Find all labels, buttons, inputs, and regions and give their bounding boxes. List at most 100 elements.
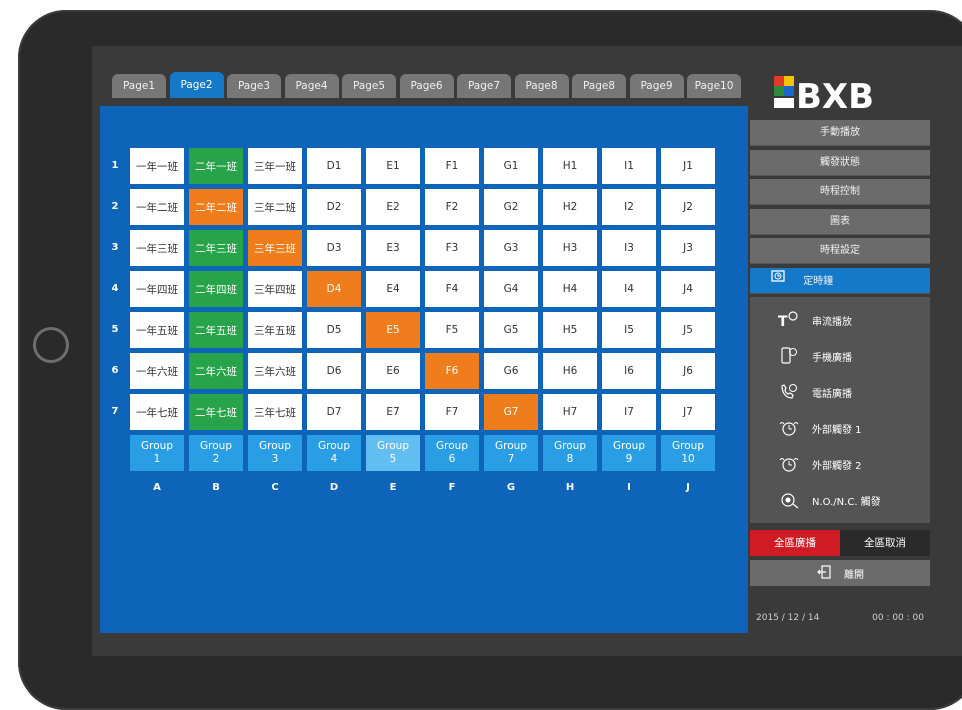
- menu-item-2[interactable]: 觸發狀態: [750, 149, 930, 176]
- zone-cell[interactable]: F1: [425, 148, 479, 184]
- zone-cell[interactable]: H7: [543, 394, 597, 430]
- sub-item-2[interactable]: 手機廣播: [750, 341, 930, 371]
- zone-cell[interactable]: 二年四班: [189, 271, 243, 307]
- zone-cell[interactable]: E5: [366, 312, 420, 348]
- zone-cell[interactable]: E1: [366, 148, 420, 184]
- zone-cell[interactable]: 二年七班: [189, 394, 243, 430]
- zone-cell[interactable]: H4: [543, 271, 597, 307]
- all-broadcast-button[interactable]: 全區廣播: [750, 530, 840, 556]
- zone-cell[interactable]: G2: [484, 189, 538, 225]
- tab-10[interactable]: Page9: [629, 74, 684, 98]
- zone-cell[interactable]: I4: [602, 271, 656, 307]
- zone-cell[interactable]: 二年二班: [189, 189, 243, 225]
- zone-cell[interactable]: 一年六班: [130, 353, 184, 389]
- zone-cell[interactable]: J3: [661, 230, 715, 266]
- tab-4[interactable]: Page4: [284, 74, 339, 98]
- zone-cell[interactable]: E3: [366, 230, 420, 266]
- zone-cell[interactable]: 一年一班: [130, 148, 184, 184]
- zone-cell[interactable]: 一年五班: [130, 312, 184, 348]
- tab-7[interactable]: Page7: [457, 74, 511, 98]
- zone-cell[interactable]: I1: [602, 148, 656, 184]
- tab-6[interactable]: Page6: [399, 74, 454, 98]
- zone-cell[interactable]: J1: [661, 148, 715, 184]
- all-cancel-button[interactable]: 全區取消: [840, 530, 930, 556]
- zone-cell[interactable]: G1: [484, 148, 538, 184]
- zone-cell[interactable]: J5: [661, 312, 715, 348]
- zone-cell[interactable]: H1: [543, 148, 597, 184]
- menu-item-4[interactable]: 圖表: [750, 208, 930, 235]
- sub-item-5[interactable]: 外部觸發 2: [750, 449, 930, 479]
- home-button[interactable]: [33, 327, 69, 363]
- zone-cell[interactable]: I6: [602, 353, 656, 389]
- zone-cell[interactable]: E6: [366, 353, 420, 389]
- sub-item-4[interactable]: 外部觸發 1: [750, 413, 930, 443]
- zone-cell[interactable]: F4: [425, 271, 479, 307]
- zone-cell[interactable]: F6: [425, 353, 479, 389]
- zone-cell[interactable]: H2: [543, 189, 597, 225]
- tab-3[interactable]: Page3: [227, 74, 281, 98]
- zone-cell[interactable]: 一年四班: [130, 271, 184, 307]
- zone-cell[interactable]: H6: [543, 353, 597, 389]
- tab-11[interactable]: Page10: [687, 74, 741, 98]
- sub-item-1[interactable]: T 串流播放: [750, 305, 930, 335]
- zone-cell[interactable]: 一年七班: [130, 394, 184, 430]
- zone-cell[interactable]: 三年四班: [248, 271, 302, 307]
- menu-item-3[interactable]: 時程控制: [750, 179, 930, 205]
- zone-cell[interactable]: F7: [425, 394, 479, 430]
- tab-1[interactable]: Page1: [112, 74, 166, 98]
- menu-item-timer[interactable]: 定時鐘: [750, 268, 930, 294]
- zone-cell[interactable]: 三年一班: [248, 148, 302, 184]
- zone-cell[interactable]: H3: [543, 230, 597, 266]
- group-button-1[interactable]: Group 1: [130, 435, 184, 471]
- zone-cell[interactable]: 二年三班: [189, 230, 243, 266]
- zone-cell[interactable]: 三年五班: [248, 312, 302, 348]
- zone-cell[interactable]: I3: [602, 230, 656, 266]
- zone-cell[interactable]: F5: [425, 312, 479, 348]
- zone-cell[interactable]: I7: [602, 394, 656, 430]
- zone-cell[interactable]: 一年三班: [130, 230, 184, 266]
- group-button-6[interactable]: Group 6: [425, 435, 479, 471]
- group-button-8[interactable]: Group 8: [543, 435, 597, 471]
- zone-cell[interactable]: 三年二班: [248, 189, 302, 225]
- zone-cell[interactable]: 二年一班: [189, 148, 243, 184]
- zone-cell[interactable]: 二年六班: [189, 353, 243, 389]
- zone-cell[interactable]: E7: [366, 394, 420, 430]
- zone-cell[interactable]: D7: [307, 394, 361, 430]
- zone-cell[interactable]: I5: [602, 312, 656, 348]
- zone-cell[interactable]: G5: [484, 312, 538, 348]
- group-button-10[interactable]: Group 10: [661, 435, 715, 471]
- zone-cell[interactable]: D5: [307, 312, 361, 348]
- group-button-9[interactable]: Group 9: [602, 435, 656, 471]
- menu-item-1[interactable]: 手動播放: [750, 120, 930, 146]
- zone-cell[interactable]: J6: [661, 353, 715, 389]
- zone-cell[interactable]: D6: [307, 353, 361, 389]
- tab-8[interactable]: Page8: [514, 74, 569, 98]
- tab-2[interactable]: Page2: [169, 72, 224, 98]
- sub-item-3[interactable]: 電話廣播: [750, 377, 930, 407]
- zone-cell[interactable]: 二年五班: [189, 312, 243, 348]
- zone-cell[interactable]: F2: [425, 189, 479, 225]
- zone-cell[interactable]: G4: [484, 271, 538, 307]
- zone-cell[interactable]: F3: [425, 230, 479, 266]
- group-button-4[interactable]: Group 4: [307, 435, 361, 471]
- group-button-7[interactable]: Group 7: [484, 435, 538, 471]
- zone-cell[interactable]: J4: [661, 271, 715, 307]
- zone-cell[interactable]: 三年三班: [248, 230, 302, 266]
- zone-cell[interactable]: 三年七班: [248, 394, 302, 430]
- zone-cell[interactable]: E2: [366, 189, 420, 225]
- group-button-2[interactable]: Group 2: [189, 435, 243, 471]
- zone-cell[interactable]: J2: [661, 189, 715, 225]
- zone-cell[interactable]: E4: [366, 271, 420, 307]
- group-button-5[interactable]: Group 5: [366, 435, 420, 471]
- sub-item-6[interactable]: N.O./N.C. 觸發: [750, 485, 930, 515]
- zone-cell[interactable]: G3: [484, 230, 538, 266]
- zone-cell[interactable]: 三年六班: [248, 353, 302, 389]
- tab-5[interactable]: Page5: [342, 74, 396, 98]
- zone-cell[interactable]: D1: [307, 148, 361, 184]
- zone-cell[interactable]: G7: [484, 394, 538, 430]
- zone-cell[interactable]: D3: [307, 230, 361, 266]
- zone-cell[interactable]: G6: [484, 353, 538, 389]
- zone-cell[interactable]: I2: [602, 189, 656, 225]
- tab-9[interactable]: Page8: [572, 74, 626, 98]
- exit-button[interactable]: 離開: [750, 560, 930, 586]
